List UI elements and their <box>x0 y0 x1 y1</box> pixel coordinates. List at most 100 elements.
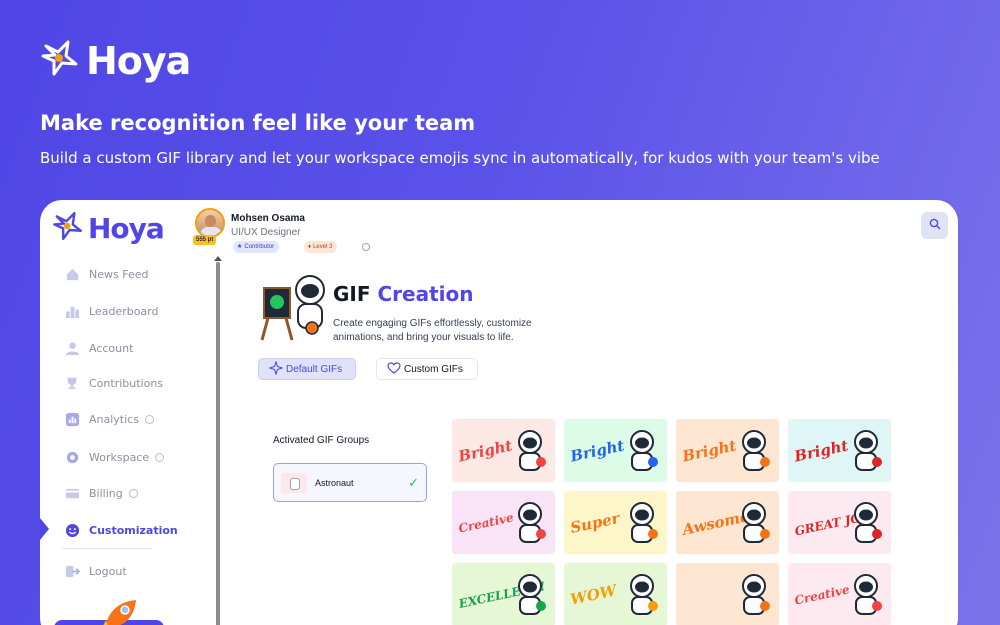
gif-tile[interactable]: EXCELLENT! <box>452 563 555 625</box>
gif-tile-text: Creative <box>457 509 515 536</box>
page-title-plain: GIF <box>333 282 371 306</box>
gif-tile[interactable]: Awsome <box>676 491 779 554</box>
hoya-star-icon <box>52 210 84 247</box>
gif-tile-text: WOW <box>568 580 619 609</box>
lock-icon <box>155 452 165 462</box>
sidebar-item-leaderboard[interactable]: Leaderboard <box>64 303 158 319</box>
points-badge: 555 pt <box>193 235 217 245</box>
sidebar-item-news-feed[interactable]: News Feed <box>64 266 148 282</box>
group-name: Astronaut <box>315 477 354 488</box>
astronaut-icon <box>854 429 882 471</box>
analytics-icon <box>64 411 80 427</box>
gif-tile[interactable]: GREAT JOB! <box>788 491 891 554</box>
gif-grid: Bright Bright Bright Bright Creative Super Aws… <box>452 419 891 625</box>
sidebar-item-label: Customization <box>89 523 178 537</box>
gif-tile[interactable]: Bright <box>676 419 779 482</box>
contributor-badge: ★ Contributor <box>233 241 280 253</box>
lock-icon <box>128 488 138 498</box>
tab-custom-gifs[interactable]: Custom GIFs <box>376 358 478 380</box>
trophy-icon <box>64 375 80 391</box>
logout-icon <box>64 563 80 579</box>
leaderboard-icon <box>64 303 80 319</box>
star-icon: ★ <box>237 244 243 250</box>
groups-title: Activated GIF Groups <box>273 435 370 446</box>
tab-custom-label: Custom GIFs <box>404 363 463 375</box>
smile-icon <box>64 522 80 538</box>
app-window: Hoya News Feed Leaderboard Account Contr… <box>40 200 958 625</box>
tab-default-gifs[interactable]: Default GIFs <box>258 358 356 380</box>
astronaut-icon <box>630 501 658 543</box>
scroll-up-arrow[interactable] <box>214 256 222 261</box>
search-button[interactable] <box>921 212 948 239</box>
lock-icon <box>144 414 154 424</box>
gif-tile[interactable]: Creative <box>452 491 555 554</box>
gif-tile-text: Bright <box>792 436 850 465</box>
card-icon <box>64 485 80 501</box>
sidebar-item-label: Workspace <box>89 450 150 464</box>
gif-tile-text: Creative <box>793 581 851 608</box>
user-icon <box>64 340 80 356</box>
flame-icon: ♦ <box>308 244 312 250</box>
gif-tile[interactable] <box>676 563 779 625</box>
sidebar-item-label: Account <box>89 341 134 355</box>
level-badge: ♦ Level 3 <box>304 241 338 253</box>
astronaut-icon <box>742 429 770 471</box>
gif-tile[interactable]: Bright <box>788 419 891 482</box>
sidebar-item-analytics[interactable]: Analytics <box>64 411 154 427</box>
gif-tile[interactable]: Creative <box>788 563 891 625</box>
check-icon: ✓ <box>408 474 419 490</box>
sidebar-divider <box>62 548 152 549</box>
home-icon <box>64 266 80 282</box>
sidebar-item-account[interactable]: Account <box>64 340 133 356</box>
gif-tile-text: Bright <box>456 436 514 465</box>
active-nav-marker <box>40 518 49 540</box>
search-icon <box>929 217 941 235</box>
sidebar-item-label: Logout <box>89 564 127 578</box>
gif-tile-text: Bright <box>568 436 626 465</box>
hoya-star-icon <box>40 38 80 83</box>
astronaut-icon <box>518 573 546 615</box>
hero-title: Make recognition feel like your team <box>40 111 476 135</box>
sidebar-item-logout[interactable]: Logout <box>64 563 127 579</box>
hero-brand: Hoya <box>40 38 191 83</box>
page-title: GIF Creation <box>333 282 474 306</box>
app-logo[interactable]: Hoya <box>52 210 165 247</box>
astronaut-easel-illustration <box>256 270 328 347</box>
avatar[interactable] <box>195 208 225 238</box>
info-icon[interactable] <box>362 243 370 251</box>
tab-default-label: Default GIFs <box>286 363 343 375</box>
sidebar-item-billing[interactable]: Billing <box>64 485 138 501</box>
sidebar-item-label: Billing <box>89 486 123 500</box>
user-role: UI/UX Designer <box>231 227 301 238</box>
sidebar-item-customization[interactable]: Customization <box>64 522 178 538</box>
gif-tile[interactable]: Super <box>564 491 667 554</box>
astronaut-icon <box>854 573 882 615</box>
gear-icon <box>64 449 80 465</box>
sidebar-item-label: Contributions <box>89 376 164 390</box>
gif-tile[interactable]: Bright <box>452 419 555 482</box>
rocket-icon <box>98 598 144 625</box>
sidebar-item-contributions[interactable]: Contributions <box>64 375 163 391</box>
hero-subtitle: Build a custom GIF library and let your … <box>40 149 880 167</box>
astronaut-icon <box>742 501 770 543</box>
gif-tile-text: Super <box>568 508 622 537</box>
hero-brand-name: Hoya <box>86 38 191 83</box>
sidebar-item-label: Leaderboard <box>89 304 159 318</box>
level-badge-label: Level 3 <box>313 244 333 250</box>
user-name: Mohsen Osama <box>231 213 305 224</box>
sidebar-item-workspace[interactable]: Workspace <box>64 449 165 465</box>
astronaut-icon <box>518 501 546 543</box>
contributor-badge-label: Contributor <box>244 244 275 250</box>
astronaut-icon <box>518 429 546 471</box>
gif-group-card[interactable]: Astronaut ✓ <box>273 463 427 502</box>
sidebar-item-label: News Feed <box>89 267 149 281</box>
group-thumbnail <box>281 472 307 493</box>
gif-tile-text: Bright <box>680 436 738 465</box>
astronaut-icon <box>630 573 658 615</box>
sidebar-item-label: Analytics <box>89 412 139 426</box>
astronaut-icon <box>854 501 882 543</box>
gif-tile[interactable]: Bright <box>564 419 667 482</box>
gif-tile[interactable]: WOW <box>564 563 667 625</box>
astronaut-icon <box>630 429 658 471</box>
scrollbar[interactable] <box>216 262 220 625</box>
